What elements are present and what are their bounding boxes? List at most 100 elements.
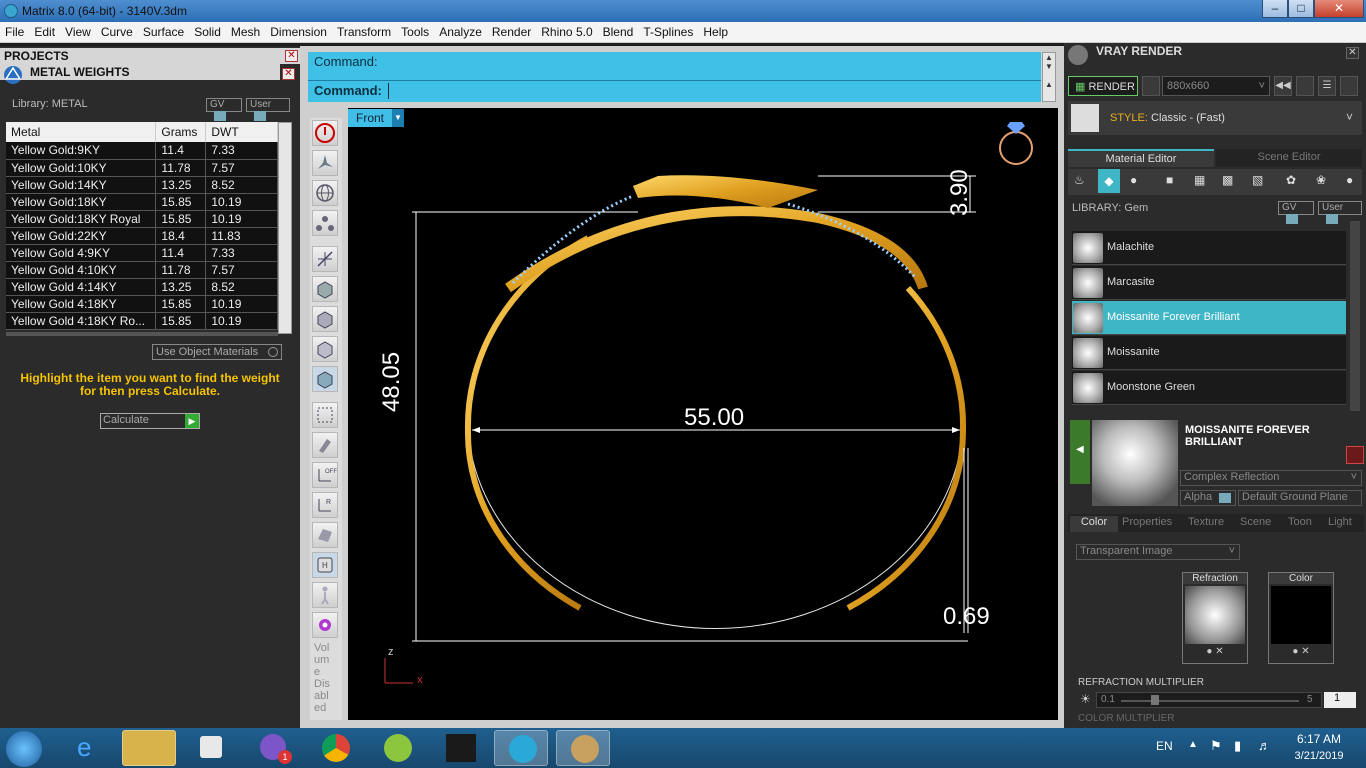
axes-icon[interactable] (312, 246, 338, 272)
media-player-icon[interactable] (184, 730, 238, 766)
pattern-icon[interactable]: ▩ (1222, 173, 1233, 187)
menu-tools[interactable]: Tools (396, 22, 434, 42)
tab-light[interactable]: Light (1328, 516, 1352, 528)
preview-expand-button[interactable]: ◀ (1070, 420, 1090, 484)
menu-mesh[interactable]: Mesh (226, 22, 265, 42)
menu-dimension[interactable]: Dimension (265, 22, 332, 42)
col-dwt[interactable]: DWT (205, 122, 278, 142)
table-row[interactable]: Yellow Gold:22KY 18.4 11.83 (6, 227, 278, 245)
slider-thumb[interactable] (1151, 695, 1159, 705)
table-row[interactable]: Yellow Gold:18KY Royal 15.85 10.19 (6, 210, 278, 228)
sphere-icon[interactable]: ● (1130, 173, 1137, 187)
checker-icon[interactable]: ▧ (1252, 173, 1263, 187)
stop-icon[interactable] (312, 120, 338, 146)
paint-app-icon[interactable] (556, 730, 610, 766)
menu-help[interactable]: Help (698, 22, 733, 42)
menu-edit[interactable]: Edit (29, 22, 60, 42)
maximize-button[interactable]: □ (1288, 0, 1314, 18)
close-metal-weights-button[interactable]: ✕ (282, 68, 295, 80)
tab-scene-editor[interactable]: Scene Editor (1216, 149, 1362, 167)
resolution-select[interactable]: 880x660 ˅ (1162, 76, 1270, 96)
surface-tool-icon[interactable] (312, 522, 338, 548)
leaf-icon[interactable]: ✿ (1286, 173, 1296, 187)
square-icon[interactable]: ■ (1166, 173, 1173, 187)
use-object-materials-checkbox[interactable]: Use Object Materials (152, 344, 282, 360)
command-input[interactable] (388, 83, 1028, 99)
garena-icon[interactable] (432, 730, 486, 766)
hatch-icon[interactable]: ▦ (1194, 173, 1205, 187)
view-dropdown-icon[interactable]: ▼ (392, 109, 404, 127)
globe-icon[interactable] (312, 180, 338, 206)
col-grams[interactable]: Grams (155, 122, 207, 142)
menu-solid[interactable]: Solid (189, 22, 226, 42)
box-front-icon[interactable] (312, 306, 338, 332)
material-list-item[interactable]: Malachite (1072, 231, 1346, 265)
minimize-button[interactable]: – (1262, 0, 1288, 18)
start-button[interactable] (6, 731, 42, 767)
leaf-alt-icon[interactable]: ❀ (1316, 173, 1326, 187)
ortho-r-icon[interactable]: R (312, 492, 338, 518)
menu-rhino[interactable]: Rhino 5.0 (536, 22, 597, 42)
material-list-item[interactable]: Marcasite (1072, 266, 1346, 300)
volume-icon[interactable]: ♬ (1258, 738, 1271, 753)
table-row[interactable]: Yellow Gold:18KY 15.85 10.19 (6, 193, 278, 211)
tab-toon[interactable]: Toon (1288, 516, 1312, 528)
material-list-item[interactable]: Moonstone Green (1072, 371, 1346, 405)
refraction-multiplier-slider[interactable]: 0.1 5 (1096, 692, 1322, 708)
clock-time[interactable]: 6:17 AM (1290, 732, 1348, 746)
menu-blend[interactable]: Blend (598, 22, 639, 42)
frame-buffer-icon[interactable] (1296, 76, 1314, 96)
layer-h-icon[interactable]: H (312, 552, 338, 578)
command-scrollbar[interactable]: ▲ ▼ ▲ (1042, 52, 1056, 102)
paint-icon[interactable] (312, 432, 338, 458)
tab-material-editor[interactable]: Material Editor (1068, 149, 1214, 167)
rewind-icon[interactable]: ◀◀ (1274, 76, 1292, 96)
alpha-toggle[interactable]: Alpha (1180, 490, 1236, 506)
language-indicator[interactable]: EN (1156, 739, 1173, 753)
figure-icon[interactable] (312, 582, 338, 608)
user-toggle[interactable]: User (246, 98, 290, 122)
table-row[interactable]: Yellow Gold 4:18KY 15.85 10.19 (6, 295, 278, 313)
chrome-icon[interactable] (308, 730, 362, 766)
box-right-icon[interactable] (312, 336, 338, 362)
render-region-icon[interactable] (1142, 76, 1160, 96)
nodes-icon[interactable] (312, 210, 338, 236)
ie-icon[interactable]: e (62, 730, 116, 766)
tab-color[interactable]: Color (1070, 516, 1118, 532)
tab-texture[interactable]: Texture (1188, 516, 1224, 528)
close-button[interactable]: ✕ (1314, 0, 1364, 18)
menu-tsplines[interactable]: T-Splines (638, 22, 698, 42)
table-row[interactable]: Yellow Gold 4:14KY 13.25 8.52 (6, 278, 278, 296)
transparent-image-select[interactable]: Transparent Image ˅ (1076, 544, 1240, 560)
menu-render[interactable]: Render (487, 22, 536, 42)
gem-icon[interactable]: ◆ (1098, 169, 1120, 193)
gem-gv-toggle[interactable]: GV (1278, 201, 1314, 225)
box-perspective-icon[interactable] (312, 366, 338, 392)
refresh-icon[interactable] (1346, 446, 1364, 464)
gear-icon[interactable] (312, 612, 338, 638)
table-row[interactable]: Yellow Gold:9KY 11.4 7.33 (6, 142, 278, 160)
tab-scene[interactable]: Scene (1240, 516, 1271, 528)
viber-icon[interactable]: 1 (246, 730, 300, 766)
flame-icon[interactable]: ♨ (1074, 173, 1085, 187)
list-icon[interactable]: ☰ (1318, 76, 1336, 96)
ortho-off-icon[interactable]: OFF (312, 462, 338, 488)
viewport-front[interactable]: 55.00 48.05 3.90 0.69 z x (348, 108, 1058, 720)
bulb-icon[interactable]: ● (1346, 173, 1353, 187)
menu-curve[interactable]: Curve (96, 22, 138, 42)
col-metal[interactable]: Metal (6, 122, 157, 142)
table-row[interactable]: Yellow Gold 4:10KY 11.78 7.57 (6, 261, 278, 279)
matrix-icon[interactable] (494, 730, 548, 766)
refraction-multiplier-input[interactable]: 1 (1324, 692, 1356, 708)
color-slot[interactable]: Color ● ✕ (1268, 572, 1334, 664)
material-list-item[interactable]: Moissanite (1072, 336, 1346, 370)
network-icon[interactable]: ▮ (1234, 738, 1241, 754)
flag-icon[interactable]: ⚑ (1210, 738, 1222, 754)
refraction-slot[interactable]: Refraction ● ✕ (1182, 572, 1248, 664)
menu-view[interactable]: View (60, 22, 96, 42)
move-icon[interactable] (312, 150, 338, 176)
material-list-item[interactable]: Moissanite Forever Brilliant (1072, 301, 1346, 335)
explorer-icon[interactable] (122, 730, 176, 766)
render-button[interactable]: ▦ RENDER (1068, 76, 1138, 96)
table-row[interactable]: Yellow Gold:10KY 11.78 7.57 (6, 159, 278, 177)
